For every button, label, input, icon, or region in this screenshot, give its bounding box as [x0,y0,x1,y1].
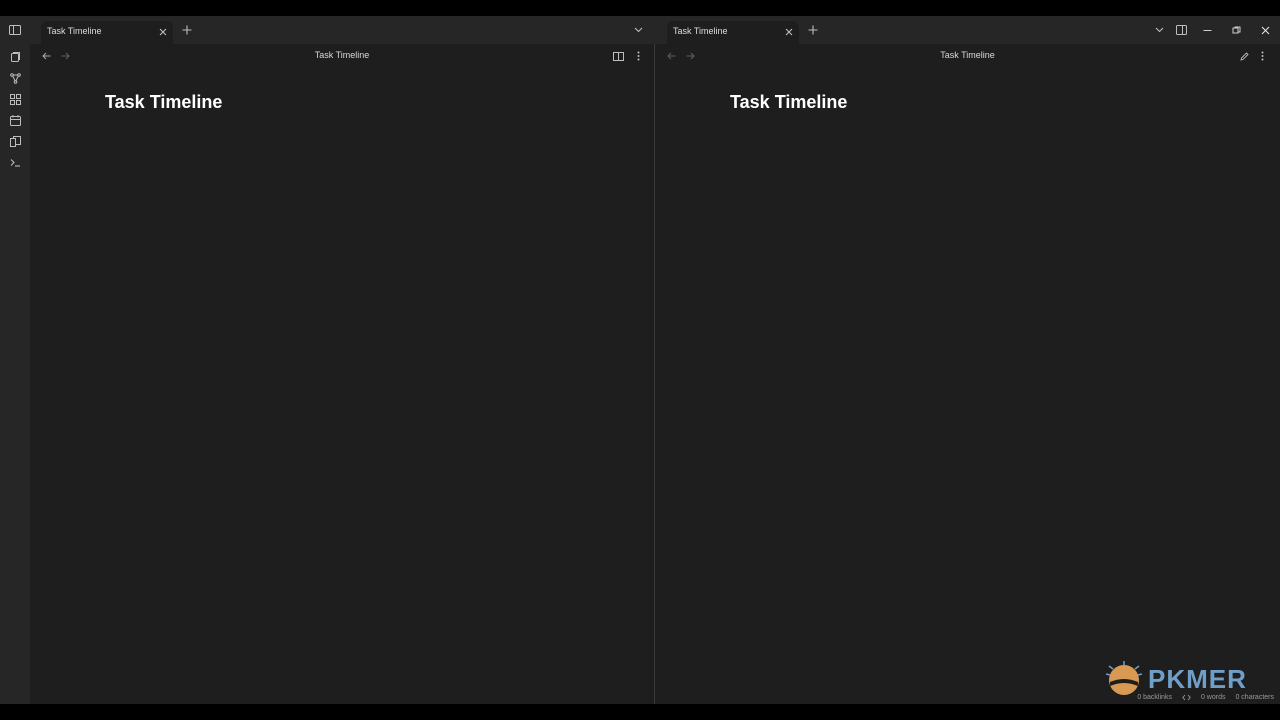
view-header: Task Timeline [30,44,654,68]
ribbon-graph-button[interactable] [7,70,23,86]
right-editor-pane: Task Timeline Task Timeline [655,44,1280,704]
restore-icon [1232,26,1240,33]
minimize-button[interactable] [1200,23,1214,37]
graph-icon [9,72,21,84]
terminal-icon [10,158,20,167]
edit-mode-button[interactable] [1238,50,1250,62]
new-tab-button[interactable] [180,23,194,37]
close-icon [159,28,167,36]
sidebar-icon [9,25,21,35]
ribbon-files-button[interactable] [7,49,23,65]
maximize-button[interactable] [1229,23,1243,37]
minimize-icon [1203,29,1211,31]
files-icon [10,51,20,62]
tab-title: Task Timeline [47,26,102,36]
left-editor-pane: Task Timeline Task Timeline [30,44,654,704]
canvas-icon [9,93,21,105]
tab-right-task-timeline[interactable]: Task Timeline [667,21,799,44]
tab-list-button[interactable] [632,24,644,36]
close-window-button[interactable] [1258,23,1272,37]
reading-view-button[interactable] [612,50,624,62]
new-tab-button[interactable] [806,23,820,37]
view-header-title[interactable]: Task Timeline [30,50,654,60]
chevron-down-icon [1155,27,1163,33]
tab-strip: Task Timeline Task Timeline [0,16,1280,44]
ribbon-templates-button[interactable] [7,133,23,149]
more-vertical-icon [1261,51,1263,61]
pkmer-logo-icon [1105,661,1143,695]
view-header: Task Timeline [655,44,1280,68]
sidebar-toggle-button[interactable] [0,16,30,44]
book-open-icon [612,51,624,61]
ribbon-canvas-button[interactable] [7,91,23,107]
note-title[interactable]: Task Timeline [730,92,847,113]
ribbon-terminal-button[interactable] [7,154,23,170]
ribbon-calendar-button[interactable] [7,112,23,128]
more-vertical-icon [637,51,639,61]
watermark-text: PKMER [1148,664,1247,694]
app-window: Task Timeline Task Timeline Task Timelin… [0,16,1280,704]
left-ribbon [0,44,30,704]
tab-close-button[interactable] [157,26,169,38]
tab-title: Task Timeline [673,26,728,36]
tab-list-button[interactable] [1153,24,1165,36]
more-options-button[interactable] [1256,50,1268,62]
chevron-down-icon [634,27,642,33]
close-icon [785,28,793,36]
tab-left-task-timeline[interactable]: Task Timeline [41,21,173,44]
pencil-icon [1239,51,1249,61]
view-header-title[interactable]: Task Timeline [655,50,1280,60]
plus-icon [182,25,192,35]
plus-icon [808,25,818,35]
right-sidebar-toggle-button[interactable] [1174,23,1188,37]
tab-close-button[interactable] [783,26,795,38]
templates-icon [9,135,21,147]
note-title[interactable]: Task Timeline [105,92,222,113]
calendar-icon [9,114,21,126]
more-options-button[interactable] [632,50,644,62]
pkmer-watermark: PKMER [1104,660,1274,700]
layout-sidebar-right-icon [1175,25,1187,35]
close-icon [1261,26,1269,34]
